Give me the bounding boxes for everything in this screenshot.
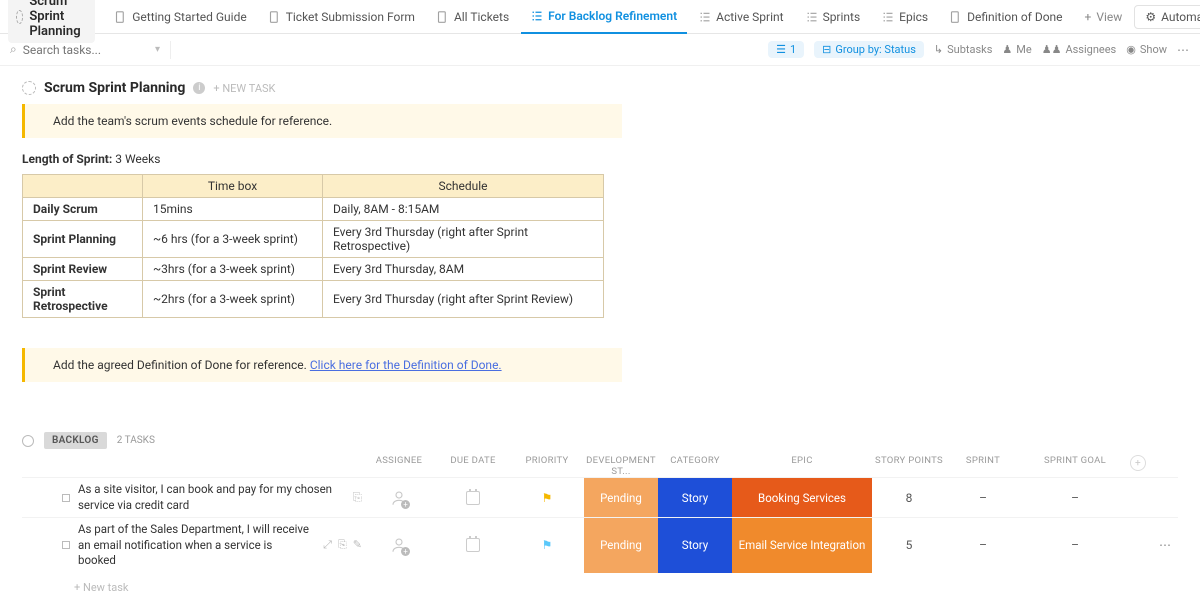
category-tag[interactable]: Story [658, 478, 732, 517]
list-icon [699, 11, 711, 23]
subtask-icon: ↳ [934, 43, 943, 56]
story-points[interactable]: 5 [872, 518, 946, 573]
bolt-icon: ⚙ [1145, 10, 1156, 24]
sprint-cell[interactable]: – [946, 478, 1020, 517]
category-tag[interactable]: Story [658, 518, 732, 573]
tab-all-tickets[interactable]: All Tickets [427, 0, 519, 34]
tab-backlog-refinement[interactable]: For Backlog Refinement [521, 0, 687, 34]
group-icon: ⊟ [822, 43, 831, 56]
list-icon [806, 11, 818, 23]
groupby-pill[interactable]: ⊟Group by: Status [814, 41, 924, 58]
info-icon[interactable]: i [193, 82, 205, 94]
story-points[interactable]: 8 [872, 478, 946, 517]
sprint-goal-cell[interactable]: – [1020, 518, 1130, 573]
list-icon [531, 10, 543, 22]
task-count: 2 TASKS [117, 435, 155, 446]
tab-getting-started[interactable]: Getting Started Guide [105, 0, 256, 34]
people-icon: ♟♟ [1042, 43, 1062, 56]
page-title: Scrum Sprint Planning [44, 80, 185, 96]
link-icon[interactable]: ⎘ [338, 538, 347, 553]
page-heading: Scrum Sprint Planning i + NEW TASK [22, 80, 1178, 96]
search-box[interactable]: ⌕ ▾ [10, 42, 160, 57]
list-icon [882, 11, 894, 23]
comment-icon[interactable]: ⎘ [353, 490, 362, 506]
status-label[interactable]: BACKLOG [44, 432, 107, 449]
add-view-button[interactable]: + View [1075, 0, 1133, 34]
space-title[interactable]: Scrum Sprint Planning [8, 0, 95, 43]
epic-tag[interactable]: Booking Services [732, 478, 872, 517]
sprint-length: Length of Sprint: 3 Weeks [22, 152, 1178, 166]
search-input[interactable] [23, 43, 123, 57]
backlog-header: BACKLOG 2 TASKS [22, 432, 1178, 449]
assignee-add[interactable]: + [390, 489, 408, 507]
table-row: Sprint Retrospective~2hrs (for a 3-week … [23, 281, 604, 318]
doc-icon [437, 11, 449, 23]
task-title: As part of the Sales Department, I will … [78, 522, 311, 569]
row-more-menu[interactable]: ⋯ [1159, 538, 1172, 552]
filter-icon: ☰ [776, 43, 786, 56]
space-icon [22, 81, 36, 95]
due-date-add[interactable] [466, 491, 480, 505]
edit-icon[interactable]: ✎ [353, 538, 362, 553]
add-column-button[interactable]: + [1130, 455, 1146, 471]
filter-bar: ⌕ ▾ ☰1 ⊟Group by: Status ↳Subtasks ♟Me ♟… [0, 34, 1200, 66]
dev-status-tag[interactable]: Pending [584, 518, 658, 573]
sprint-goal-cell[interactable]: – [1020, 478, 1130, 517]
task-row[interactable]: As part of the Sales Department, I will … [22, 517, 1178, 573]
task-row[interactable]: As a site visitor, I can book and pay fo… [22, 477, 1178, 517]
subtasks-toggle[interactable]: ↳Subtasks [934, 43, 993, 56]
tab-active-sprint[interactable]: Active Sprint [689, 0, 793, 34]
doc-icon [950, 11, 962, 23]
due-date-add[interactable] [466, 538, 480, 552]
tab-ticket-form[interactable]: Ticket Submission Form [259, 0, 425, 34]
doc-icon [115, 11, 127, 23]
assignees-filter[interactable]: ♟♟Assignees [1042, 43, 1117, 56]
person-icon: ♟ [1002, 43, 1012, 56]
chevron-down-icon[interactable]: ▾ [155, 44, 160, 55]
space-title-text: Scrum Sprint Planning [29, 0, 87, 39]
eye-icon: ◉ [1126, 43, 1136, 56]
expand-icon[interactable]: ⤢ [323, 538, 332, 553]
doc-icon [269, 11, 281, 23]
search-icon: ⌕ [10, 42, 17, 57]
tab-dod[interactable]: Definition of Done [940, 0, 1072, 34]
tab-sprints[interactable]: Sprints [796, 0, 871, 34]
task-title: As a site visitor, I can book and pay fo… [78, 482, 339, 513]
schedule-table: Time boxSchedule Daily Scrum15minsDaily,… [22, 174, 604, 318]
automate-button[interactable]: ⚙Automate▾ [1134, 5, 1200, 29]
dod-link[interactable]: Click here for the Definition of Done. [310, 358, 502, 372]
filter-count[interactable]: ☰1 [768, 41, 804, 58]
space-icon [16, 10, 23, 24]
collapse-toggle[interactable] [22, 435, 34, 447]
tab-epics[interactable]: Epics [872, 0, 938, 34]
callout-dod: Add the agreed Definition of Done for re… [22, 348, 622, 382]
column-headers: ASSIGNEE DUE DATE PRIORITY DEVELOPMENT S… [22, 455, 1178, 477]
me-filter[interactable]: ♟Me [1002, 43, 1031, 56]
table-row: Sprint Planning~6 hrs (for a 3-week spri… [23, 221, 604, 258]
status-square[interactable] [62, 494, 70, 502]
sprint-cell[interactable]: – [946, 518, 1020, 573]
more-menu[interactable]: ⋯ [1177, 43, 1190, 57]
dev-status-tag[interactable]: Pending [584, 478, 658, 517]
table-row: Daily Scrum15minsDaily, 8AM - 8:15AM [23, 198, 604, 221]
priority-flag[interactable]: ⚑ [542, 491, 553, 505]
top-tab-bar: Scrum Sprint Planning Getting Started Gu… [0, 0, 1200, 34]
epic-tag[interactable]: Email Service Integration [732, 518, 872, 573]
table-row: Sprint Review~3hrs (for a 3-week sprint)… [23, 258, 604, 281]
status-square[interactable] [62, 541, 70, 549]
priority-flag[interactable]: ⚑ [542, 538, 553, 552]
new-task-row[interactable]: + New task [22, 573, 1178, 594]
new-task-button[interactable]: + NEW TASK [213, 82, 275, 95]
callout-schedule: Add the team's scrum events schedule for… [22, 104, 622, 138]
assignee-add[interactable]: + [390, 536, 408, 554]
show-toggle[interactable]: ◉Show [1126, 43, 1167, 56]
